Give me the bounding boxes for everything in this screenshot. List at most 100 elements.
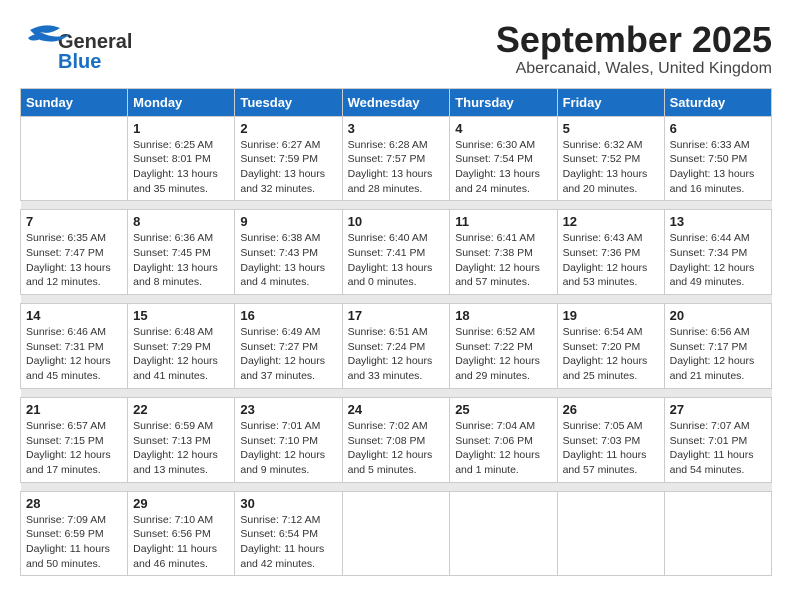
calendar-cell: 4 Sunrise: 6:30 AMSunset: 7:54 PMDaylight… xyxy=(450,116,557,201)
day-number: 15 xyxy=(133,308,229,323)
day-info: Sunrise: 7:12 AMSunset: 6:54 PMDaylight:… xyxy=(240,513,336,572)
day-number: 11 xyxy=(455,214,551,229)
day-number: 9 xyxy=(240,214,336,229)
weekday-header: Sunday xyxy=(21,88,128,116)
calendar-cell: 20 Sunrise: 6:56 AMSunset: 7:17 PMDayligh… xyxy=(664,304,771,389)
calendar-cell: 12 Sunrise: 6:43 AMSunset: 7:36 PMDayligh… xyxy=(557,210,664,295)
title-block: September 2025 Abercanaid, Wales, United… xyxy=(496,20,772,78)
calendar-cell xyxy=(342,491,450,576)
day-number: 26 xyxy=(563,402,659,417)
day-info: Sunrise: 6:33 AMSunset: 7:50 PMDaylight:… xyxy=(670,138,766,197)
calendar-cell xyxy=(21,116,128,201)
day-number: 22 xyxy=(133,402,229,417)
page-header: General Blue September 2025 Abercanaid, … xyxy=(20,20,772,78)
day-info: Sunrise: 6:44 AMSunset: 7:34 PMDaylight:… xyxy=(670,231,766,290)
day-info: Sunrise: 6:30 AMSunset: 7:54 PMDaylight:… xyxy=(455,138,551,197)
calendar-week-row: 21 Sunrise: 6:57 AMSunset: 7:15 PMDayligh… xyxy=(21,397,772,482)
day-info: Sunrise: 6:43 AMSunset: 7:36 PMDaylight:… xyxy=(563,231,659,290)
calendar-cell: 25Sunrise: 7:04 AMSunset: 7:06 PMDayligh… xyxy=(450,397,557,482)
day-info: Sunrise: 6:36 AMSunset: 7:45 PMDaylight:… xyxy=(133,231,229,290)
day-number: 8 xyxy=(133,214,229,229)
day-info: Sunrise: 6:38 AMSunset: 7:43 PMDaylight:… xyxy=(240,231,336,290)
calendar-cell: 24 Sunrise: 7:02 AMSunset: 7:08 PMDayligh… xyxy=(342,397,450,482)
day-number: 20 xyxy=(670,308,766,323)
day-info: Sunrise: 6:35 AMSunset: 7:47 PMDaylight:… xyxy=(26,231,122,290)
day-number: 28 xyxy=(26,496,122,511)
week-divider xyxy=(21,482,772,491)
day-info: Sunrise: 6:40 AMSunset: 7:41 PMDaylight:… xyxy=(348,231,445,290)
calendar-week-row: 7 Sunrise: 6:35 AMSunset: 7:47 PMDaylight… xyxy=(21,210,772,295)
weekday-header: Monday xyxy=(128,88,235,116)
calendar-cell: 2 Sunrise: 6:27 AMSunset: 7:59 PMDaylight… xyxy=(235,116,342,201)
divider-cell xyxy=(21,295,772,304)
calendar-cell: 10 Sunrise: 6:40 AMSunset: 7:41 PMDayligh… xyxy=(342,210,450,295)
divider-cell xyxy=(21,388,772,397)
day-number: 7 xyxy=(26,214,122,229)
day-number: 27 xyxy=(670,402,766,417)
day-info: Sunrise: 7:02 AMSunset: 7:08 PMDaylight:… xyxy=(348,419,445,478)
day-info: Sunrise: 6:51 AMSunset: 7:24 PMDaylight:… xyxy=(348,325,445,384)
week-divider xyxy=(21,295,772,304)
location: Abercanaid, Wales, United Kingdom xyxy=(496,60,772,78)
calendar-cell: 22 Sunrise: 6:59 AMSunset: 7:13 PMDayligh… xyxy=(128,397,235,482)
day-info: Sunrise: 6:59 AMSunset: 7:13 PMDaylight:… xyxy=(133,419,229,478)
day-number: 3 xyxy=(348,121,445,136)
calendar-cell: 14Sunrise: 6:46 AMSunset: 7:31 PMDayligh… xyxy=(21,304,128,389)
weekday-header: Thursday xyxy=(450,88,557,116)
day-number: 6 xyxy=(670,121,766,136)
logo-image: General Blue xyxy=(20,20,150,75)
day-number: 14 xyxy=(26,308,122,323)
calendar-cell: 23 Sunrise: 7:01 AMSunset: 7:10 PMDayligh… xyxy=(235,397,342,482)
day-number: 23 xyxy=(240,402,336,417)
calendar-cell: 11 Sunrise: 6:41 AMSunset: 7:38 PMDayligh… xyxy=(450,210,557,295)
divider-cell xyxy=(21,201,772,210)
svg-text:General: General xyxy=(58,31,132,53)
day-info: Sunrise: 6:56 AMSunset: 7:17 PMDaylight:… xyxy=(670,325,766,384)
weekday-header-row: SundayMondayTuesdayWednesdayThursdayFrid… xyxy=(21,88,772,116)
calendar-cell: 9 Sunrise: 6:38 AMSunset: 7:43 PMDaylight… xyxy=(235,210,342,295)
calendar-cell xyxy=(664,491,771,576)
day-info: Sunrise: 6:57 AMSunset: 7:15 PMDaylight:… xyxy=(26,419,122,478)
day-info: Sunrise: 7:04 AMSunset: 7:06 PMDaylight:… xyxy=(455,419,551,478)
day-number: 1 xyxy=(133,121,229,136)
calendar-cell: 16Sunrise: 6:49 AMSunset: 7:27 PMDayligh… xyxy=(235,304,342,389)
day-number: 21 xyxy=(26,402,122,417)
calendar-cell: 17 Sunrise: 6:51 AMSunset: 7:24 PMDayligh… xyxy=(342,304,450,389)
day-number: 12 xyxy=(563,214,659,229)
day-info: Sunrise: 7:07 AMSunset: 7:01 PMDaylight:… xyxy=(670,419,766,478)
day-info: Sunrise: 7:01 AMSunset: 7:10 PMDaylight:… xyxy=(240,419,336,478)
day-info: Sunrise: 7:10 AMSunset: 6:56 PMDaylight:… xyxy=(133,513,229,572)
day-info: Sunrise: 6:49 AMSunset: 7:27 PMDaylight:… xyxy=(240,325,336,384)
calendar-cell: 8 Sunrise: 6:36 AMSunset: 7:45 PMDaylight… xyxy=(128,210,235,295)
day-info: Sunrise: 6:27 AMSunset: 7:59 PMDaylight:… xyxy=(240,138,336,197)
day-number: 4 xyxy=(455,121,551,136)
calendar-cell: 15Sunrise: 6:48 AMSunset: 7:29 PMDayligh… xyxy=(128,304,235,389)
calendar-cell: 18Sunrise: 6:52 AMSunset: 7:22 PMDayligh… xyxy=(450,304,557,389)
day-number: 2 xyxy=(240,121,336,136)
calendar-cell xyxy=(557,491,664,576)
day-info: Sunrise: 6:25 AMSunset: 8:01 PMDaylight:… xyxy=(133,138,229,197)
day-number: 30 xyxy=(240,496,336,511)
day-number: 24 xyxy=(348,402,445,417)
day-info: Sunrise: 7:05 AMSunset: 7:03 PMDaylight:… xyxy=(563,419,659,478)
calendar-cell: 30 Sunrise: 7:12 AMSunset: 6:54 PMDayligh… xyxy=(235,491,342,576)
day-number: 17 xyxy=(348,308,445,323)
calendar-cell: 5Sunrise: 6:32 AMSunset: 7:52 PMDaylight… xyxy=(557,116,664,201)
weekday-header: Tuesday xyxy=(235,88,342,116)
day-info: Sunrise: 6:41 AMSunset: 7:38 PMDaylight:… xyxy=(455,231,551,290)
day-info: Sunrise: 6:54 AMSunset: 7:20 PMDaylight:… xyxy=(563,325,659,384)
calendar-cell: 21 Sunrise: 6:57 AMSunset: 7:15 PMDayligh… xyxy=(21,397,128,482)
day-number: 13 xyxy=(670,214,766,229)
calendar-cell: 13 Sunrise: 6:44 AMSunset: 7:34 PMDayligh… xyxy=(664,210,771,295)
day-info: Sunrise: 6:28 AMSunset: 7:57 PMDaylight:… xyxy=(348,138,445,197)
calendar-cell: 6 Sunrise: 6:33 AMSunset: 7:50 PMDaylight… xyxy=(664,116,771,201)
calendar-cell xyxy=(450,491,557,576)
calendar-week-row: 28Sunrise: 7:09 AMSunset: 6:59 PMDayligh… xyxy=(21,491,772,576)
calendar-cell: 27 Sunrise: 7:07 AMSunset: 7:01 PMDayligh… xyxy=(664,397,771,482)
day-number: 10 xyxy=(348,214,445,229)
weekday-header: Wednesday xyxy=(342,88,450,116)
calendar-cell: 28Sunrise: 7:09 AMSunset: 6:59 PMDayligh… xyxy=(21,491,128,576)
day-number: 19 xyxy=(563,308,659,323)
calendar-cell: 3 Sunrise: 6:28 AMSunset: 7:57 PMDaylight… xyxy=(342,116,450,201)
calendar-week-row: 14Sunrise: 6:46 AMSunset: 7:31 PMDayligh… xyxy=(21,304,772,389)
